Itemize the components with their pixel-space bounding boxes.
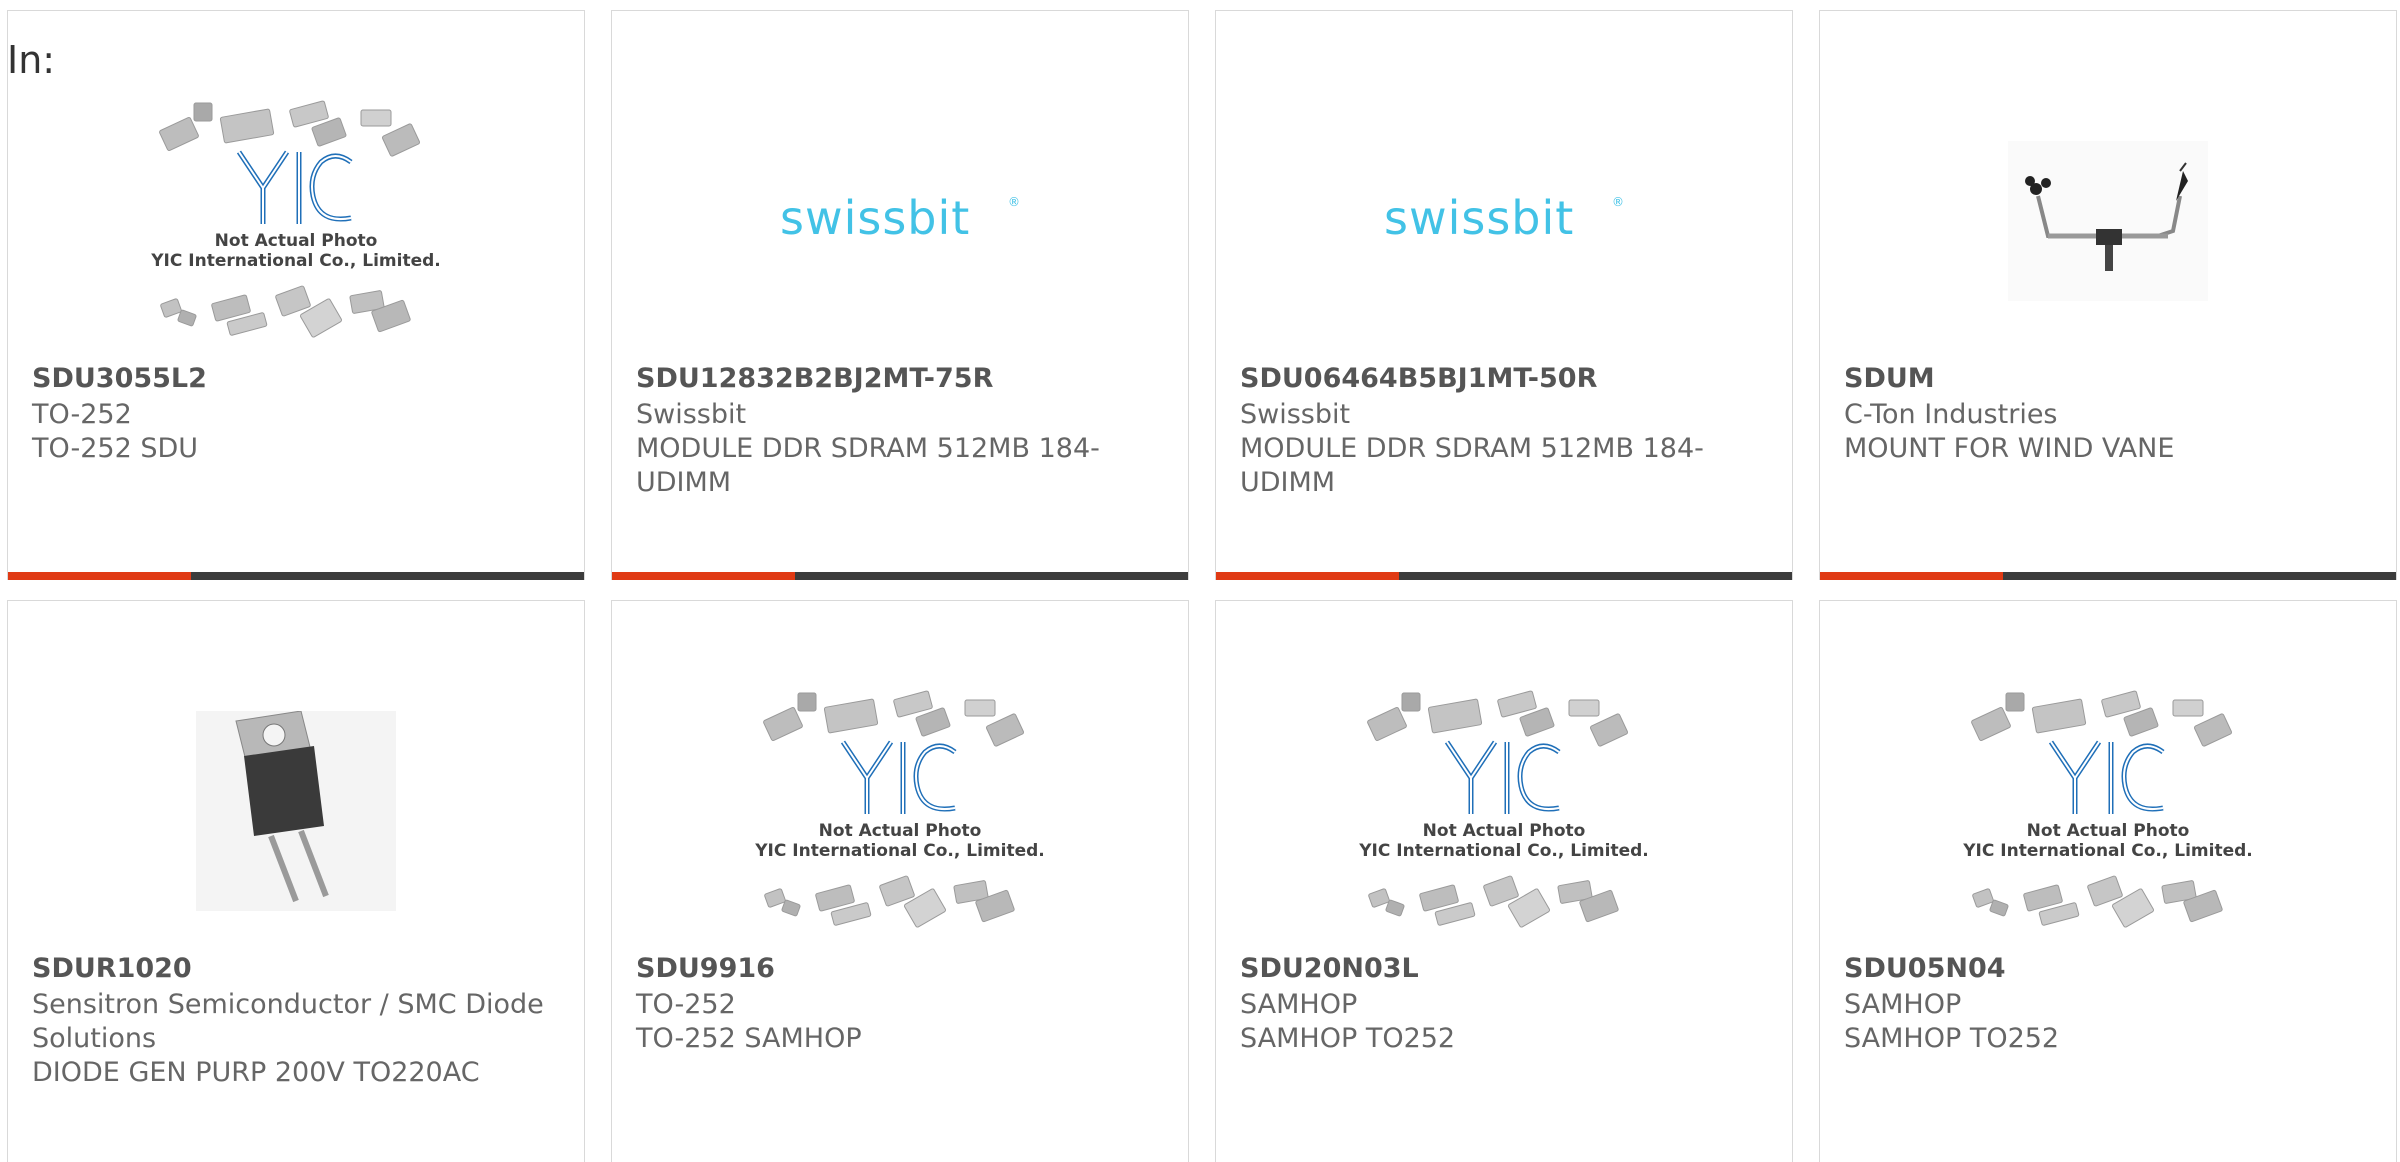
product-image: Not Actual Photo YIC International Co., … (1216, 681, 1792, 941)
to220-diode-icon (196, 711, 396, 911)
product-part-number[interactable]: SDU20N03L (1240, 953, 1419, 984)
placeholder-caption-line1: Not Actual Photo (2027, 821, 2190, 841)
product-details: Sensitron Semiconductor / SMC Diode Solu… (32, 988, 560, 1090)
product-card[interactable]: Not Actual Photo YIC International Co., … (611, 600, 1189, 1162)
yic-placeholder-icon: Not Actual Photo YIC International Co., … (151, 100, 441, 338)
product-details: Swissbit MODULE DDR SDRAM 512MB 184-UDIM… (636, 398, 1164, 500)
swissbit-logo-mark: ® (1008, 195, 1020, 209)
product-detail-line: MOUNT FOR WIND VANE (1844, 433, 2175, 464)
product-image: swissbit ® (612, 91, 1188, 351)
placeholder-caption-line2: YIC International Co., Limited. (1963, 841, 2253, 861)
placeholder-caption-line2: YIC International Co., Limited. (151, 251, 441, 271)
card-bar-accent (1820, 572, 2003, 580)
product-card[interactable]: swissbit ® SDU12832B2BJ2MT-75R Swissbit … (611, 10, 1189, 580)
product-details: C-Ton Industries MOUNT FOR WIND VANE (1844, 398, 2372, 466)
product-card[interactable]: Not Actual Photo YIC International Co., … (1215, 600, 1793, 1162)
product-card[interactable]: Not Actual Photo YIC International Co., … (1819, 600, 2397, 1162)
product-detail-line: TO-252 (636, 989, 736, 1020)
yic-placeholder-icon: Not Actual Photo YIC International Co., … (755, 690, 1045, 928)
product-part-number[interactable]: SDUR1020 (32, 953, 192, 984)
product-part-number[interactable]: SDU05N04 (1844, 953, 2006, 984)
product-card[interactable]: Not Actual Photo YIC International Co., … (7, 10, 585, 580)
product-image: Not Actual Photo YIC International Co., … (8, 91, 584, 351)
card-bottom-bar (1216, 572, 1792, 580)
card-bottom-bar (1820, 572, 2396, 580)
product-detail-line: SAMHOP (1240, 989, 1358, 1020)
card-bar-accent (612, 572, 795, 580)
product-detail-line: Swissbit (1240, 399, 1351, 430)
product-details: Swissbit MODULE DDR SDRAM 512MB 184-UDIM… (1240, 398, 1768, 500)
product-image: Not Actual Photo YIC International Co., … (1820, 681, 2396, 941)
card-bar-accent (1216, 572, 1399, 580)
product-part-number[interactable]: SDU12832B2BJ2MT-75R (636, 363, 993, 394)
product-part-number[interactable]: SDU9916 (636, 953, 775, 984)
product-detail-line: TO-252 (32, 399, 132, 430)
product-part-number[interactable]: SDUM (1844, 363, 1935, 394)
product-part-number[interactable]: SDU3055L2 (32, 363, 207, 394)
product-detail-line: SAMHOP (1844, 989, 1962, 1020)
product-detail-line: DIODE GEN PURP 200V TO220AC (32, 1057, 480, 1088)
placeholder-caption-line1: Not Actual Photo (1423, 821, 1586, 841)
yic-placeholder-icon: Not Actual Photo YIC International Co., … (1359, 690, 1649, 928)
card-bottom-bar (8, 572, 584, 580)
product-details: TO-252 TO-252 SDU (32, 398, 560, 466)
card-bar-accent (8, 572, 191, 580)
swissbit-logo-text: swissbit (780, 191, 970, 245)
placeholder-caption-line1: Not Actual Photo (215, 231, 378, 251)
product-image: swissbit ® (1216, 91, 1792, 351)
product-detail-line: TO-252 SDU (32, 433, 199, 464)
swissbit-logo-text: swissbit (1384, 191, 1574, 245)
product-card[interactable]: SDUR1020 Sensitron Semiconductor / SMC D… (7, 600, 585, 1162)
product-detail-line: MODULE DDR SDRAM 512MB 184-UDIMM (1240, 433, 1704, 498)
wind-vane-mount-icon (2008, 141, 2208, 301)
product-card[interactable]: SDUM C-Ton Industries MOUNT FOR WIND VAN… (1819, 10, 2397, 580)
product-details: TO-252 TO-252 SAMHOP (636, 988, 1164, 1056)
filter-in-label: In: (7, 38, 56, 82)
product-details: SAMHOP SAMHOP TO252 (1240, 988, 1768, 1056)
product-image (8, 681, 584, 941)
product-detail-line: Sensitron Semiconductor / SMC Diode Solu… (32, 989, 544, 1054)
product-detail-line: SAMHOP TO252 (1844, 1023, 2060, 1054)
product-detail-line: TO-252 SAMHOP (636, 1023, 862, 1054)
swissbit-logo-mark: ® (1612, 195, 1624, 209)
product-details: SAMHOP SAMHOP TO252 (1844, 988, 2372, 1056)
product-detail-line: Swissbit (636, 399, 747, 430)
swissbit-logo-icon: swissbit ® (780, 191, 1020, 245)
product-image (1820, 91, 2396, 351)
product-card[interactable]: swissbit ® SDU06464B5BJ1MT-50R Swissbit … (1215, 10, 1793, 580)
card-bottom-bar (612, 572, 1188, 580)
product-part-number[interactable]: SDU06464B5BJ1MT-50R (1240, 363, 1597, 394)
yic-placeholder-icon: Not Actual Photo YIC International Co., … (1963, 690, 2253, 928)
placeholder-caption-line1: Not Actual Photo (819, 821, 982, 841)
product-detail-line: SAMHOP TO252 (1240, 1023, 1456, 1054)
placeholder-caption-line2: YIC International Co., Limited. (755, 841, 1045, 861)
product-detail-line: MODULE DDR SDRAM 512MB 184-UDIMM (636, 433, 1100, 498)
product-grid-page: In: Not Actual Photo YIC International C… (0, 0, 2400, 1162)
swissbit-logo-icon: swissbit ® (1384, 191, 1624, 245)
product-detail-line: C-Ton Industries (1844, 399, 2058, 430)
placeholder-caption-line2: YIC International Co., Limited. (1359, 841, 1649, 861)
product-image: Not Actual Photo YIC International Co., … (612, 681, 1188, 941)
